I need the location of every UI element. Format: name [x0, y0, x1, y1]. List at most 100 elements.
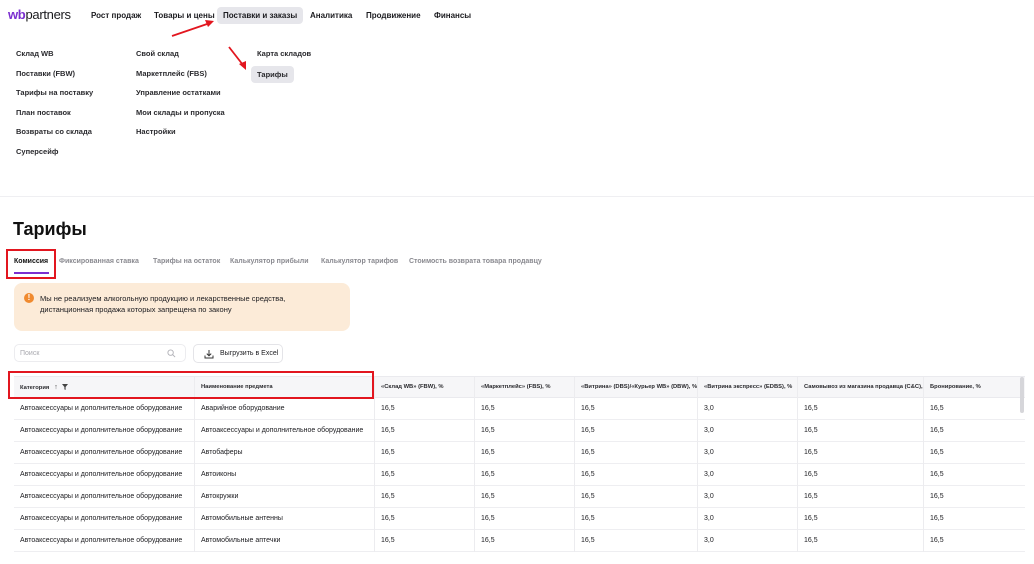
cell-fbs: 16,5 [475, 398, 575, 420]
cell-category: Автоаксессуары и дополнительное оборудов… [14, 442, 195, 464]
cell-fbs: 16,5 [475, 442, 575, 464]
cell-booking: 16,5 [930, 537, 944, 544]
cell-fbw: 16,5 [375, 464, 475, 486]
menu-item-tariffs[interactable]: Тарифы [251, 65, 294, 83]
menu-item-own-warehouse[interactable]: Свой склад [136, 44, 225, 64]
search-icon[interactable] [167, 349, 176, 358]
cell-fbw: 16,5 [375, 486, 475, 508]
cell-booking: 16,5 [930, 449, 944, 456]
menu-item-warehouse-returns[interactable]: Возвраты со склада [16, 122, 93, 142]
cell-item-name: Автоаксессуары и дополнительное оборудов… [195, 420, 375, 442]
search-box [14, 344, 186, 362]
cell-cc: 16,5 [798, 508, 924, 530]
cell-dbs-dbw: 16,5 [575, 464, 698, 486]
cell-fbw: 16,5 [375, 398, 475, 420]
tab-fixed-rate[interactable]: Фиксированная ставка [59, 258, 139, 265]
menu-item-stock-management[interactable]: Управление остатками [136, 83, 225, 103]
annotation-arrow-menu [228, 46, 246, 70]
table-row: Автоаксессуары и дополнительное оборудов… [14, 508, 1025, 530]
cell-dbs-dbw: 16,5 [575, 420, 698, 442]
cell-category: Автоаксессуары и дополнительное оборудов… [14, 398, 195, 420]
cell-fbs: 16,5 [475, 508, 575, 530]
nav-item-supplies-orders[interactable]: Поставки и заказы [217, 7, 304, 24]
cell-fbs: 16,5 [475, 464, 575, 486]
cell-item-name: Автокружки [195, 486, 375, 508]
cell-dbs-dbw: 16,5 [575, 508, 698, 530]
cell-edbs: 3,0 [698, 464, 798, 486]
cell-category: Автоаксессуары и дополнительное оборудов… [14, 508, 195, 530]
cell-edbs: 3,0 [698, 398, 798, 420]
menu-item-supplies-fbw[interactable]: Поставки (FBW) [16, 64, 93, 84]
table-row: Автоаксессуары и дополнительное оборудов… [14, 486, 1025, 508]
annotation-box-table-header [8, 371, 374, 399]
wbpartners-logo[interactable]: wbpartners [8, 7, 71, 22]
column-header-edbs[interactable]: «Витрина экспресс» (EDBS), % [698, 377, 798, 398]
tab-return-cost[interactable]: Стоимость возврата товара продавцу [409, 258, 542, 265]
menu-item-supply-plan[interactable]: План поставок [16, 103, 93, 123]
alert-message: Мы не реализуем алкогольную продукцию и … [40, 294, 286, 314]
cell-fbw: 16,5 [375, 442, 475, 464]
menu-item-settings[interactable]: Настройки [136, 122, 225, 142]
cell-category: Автоаксессуары и дополнительное оборудов… [14, 530, 195, 552]
column-header-fbw[interactable]: «Склад WB» (FBW), % [375, 377, 475, 398]
tab-profit-calculator[interactable]: Калькулятор прибыли [230, 258, 309, 265]
search-input[interactable] [20, 348, 160, 359]
top-navigation: wbpartners Рост продаж Товары и цены Пос… [0, 0, 1034, 30]
menu-item-my-warehouses-passes[interactable]: Мои склады и пропуска [136, 103, 225, 123]
table-scrollbar[interactable] [1020, 377, 1024, 413]
cell-category: Автоаксессуары и дополнительное оборудов… [14, 420, 195, 442]
cell-item-name: Автобаферы [195, 442, 375, 464]
cell-edbs: 3,0 [698, 486, 798, 508]
table-row: Автоаксессуары и дополнительное оборудов… [14, 464, 1025, 486]
cell-cc: 16,5 [798, 486, 924, 508]
menu-divider [0, 196, 1034, 197]
menu-column-own-warehouse: Свой склад Маркетплейс (FBS) Управление … [136, 44, 225, 142]
cell-fbs: 16,5 [475, 530, 575, 552]
cell-edbs: 3,0 [698, 508, 798, 530]
warning-icon: ! [24, 293, 34, 303]
cell-edbs: 3,0 [698, 530, 798, 552]
column-header-dbs-dbw[interactable]: «Витрина» (DBS)/«Курьер WB» (DBW), % [575, 377, 698, 398]
cell-fbw: 16,5 [375, 530, 475, 552]
cell-dbs-dbw: 16,5 [575, 398, 698, 420]
menu-item-marketplace-fbs[interactable]: Маркетплейс (FBS) [136, 64, 225, 84]
cell-booking: 16,5 [930, 427, 944, 434]
nav-item-analytics[interactable]: Аналитика [304, 7, 358, 24]
cell-fbw: 16,5 [375, 508, 475, 530]
cell-cc: 16,5 [798, 420, 924, 442]
nav-item-sales-growth[interactable]: Рост продаж [85, 7, 147, 24]
menu-item-supersafe[interactable]: Суперсейф [16, 142, 93, 162]
menu-item-warehouse-wb[interactable]: Склад WB [16, 44, 93, 64]
cell-item-name: Автомобильные аптечки [195, 530, 375, 552]
cell-category: Автоаксессуары и дополнительное оборудов… [14, 464, 195, 486]
column-header-fbs[interactable]: «Маркетплейс» (FBS), % [475, 377, 575, 398]
cell-category: Автоаксессуары и дополнительное оборудов… [14, 486, 195, 508]
cell-booking: 16,5 [930, 515, 944, 522]
menu-item-warehouse-map[interactable]: Карта складов [257, 44, 311, 64]
table-row: Автоаксессуары и дополнительное оборудов… [14, 398, 1025, 420]
column-header-cc[interactable]: Самовывоз из магазина продавца (C&C), % [798, 377, 924, 398]
cell-fbs: 16,5 [475, 420, 575, 442]
alcohol-notice-alert: ! Мы не реализуем алкогольную продукцию … [14, 283, 350, 331]
export-excel-button[interactable]: Выгрузить в Excel [193, 344, 283, 363]
tab-tariff-calculator[interactable]: Калькулятор тарифов [321, 258, 398, 265]
column-header-booking[interactable]: Бронирование, % [924, 377, 1025, 398]
nav-item-finance[interactable]: Финансы [428, 7, 477, 24]
table-row: Автоаксессуары и дополнительное оборудов… [14, 420, 1025, 442]
annotation-arrow-nav [171, 20, 214, 37]
nav-item-promotion[interactable]: Продвижение [360, 7, 427, 24]
table-row: Автоаксессуары и дополнительное оборудов… [14, 442, 1025, 464]
cell-fbs: 16,5 [475, 486, 575, 508]
menu-column-warehouse-wb: Склад WB Поставки (FBW) Тарифы на постав… [16, 44, 93, 161]
cell-item-name: Аварийное оборудование [195, 398, 375, 420]
cell-cc: 16,5 [798, 398, 924, 420]
menu-item-supply-tariffs[interactable]: Тарифы на поставку [16, 83, 93, 103]
menu-column-map: Карта складов Тарифы [251, 44, 311, 83]
cell-dbs-dbw: 16,5 [575, 486, 698, 508]
export-button-label: Выгрузить в Excel [220, 350, 279, 357]
cell-dbs-dbw: 16,5 [575, 442, 698, 464]
cell-cc: 16,5 [798, 530, 924, 552]
tab-storage-tariffs[interactable]: Тарифы на остаток [153, 258, 220, 265]
cell-fbw: 16,5 [375, 420, 475, 442]
cell-item-name: Автомобильные антенны [195, 508, 375, 530]
